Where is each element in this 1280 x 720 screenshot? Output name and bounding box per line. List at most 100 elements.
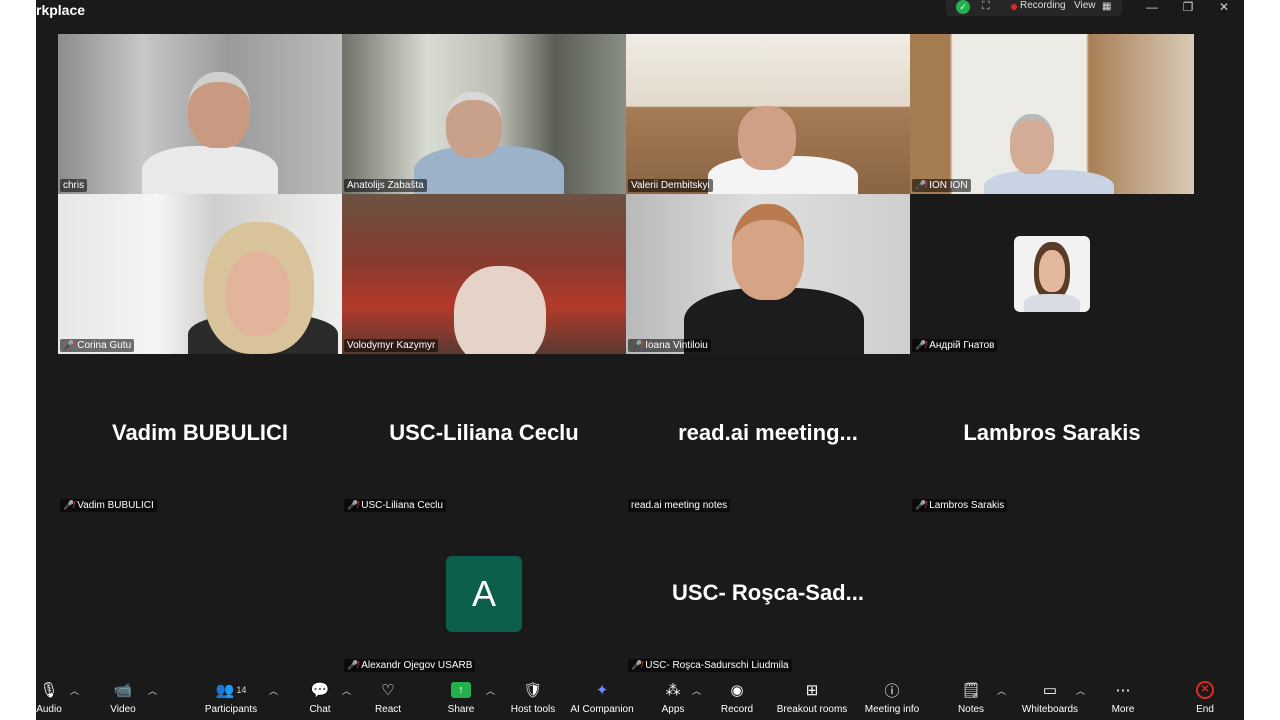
breakout-rooms-button[interactable]: ⊞ Breakout rooms (776, 676, 848, 720)
participant-name: Андрій Гнатов (929, 340, 995, 351)
mic-muted-icon: 🎤̸ (63, 500, 75, 510)
display-name: Lambros Sarakis (963, 420, 1141, 445)
name-only-tile[interactable]: Lambros Sarakis 🎤̸ Lambros Sarakis (910, 354, 1194, 514)
meeting-info-button[interactable]: ⓘ Meeting info (862, 676, 922, 720)
apps-label: Apps (661, 704, 685, 715)
participant-head (226, 252, 290, 336)
participant-name-tag: 🎤̸ USC- Roşca-Sadurschi Liudmila (628, 659, 792, 672)
participant-body (984, 170, 1114, 194)
chat-caret-icon[interactable]: ︿ (342, 684, 351, 697)
profile-photo (1014, 236, 1090, 312)
heart-icon: ♡ (381, 682, 395, 699)
breakout-grid-icon: ⊞ (805, 682, 819, 699)
participant-name: chris (63, 180, 85, 191)
whiteboards-caret-icon[interactable]: ︿ (1076, 684, 1085, 697)
camera-icon: 📹 (113, 682, 133, 699)
avatar-tile[interactable]: A 🎤̸ Alexandr Ojegov USARB (342, 514, 626, 674)
display-name: USC-Liliana Ceclu (389, 420, 579, 445)
participant-name-tag: 🎤̸ Lambros Sarakis (912, 499, 1008, 512)
name-only-tile[interactable]: USC-Liliana Ceclu 🎤̸ USC-Liliana Ceclu (342, 354, 626, 514)
participant-name: ION ION (929, 180, 968, 191)
minimize-icon[interactable]: — (1142, 0, 1162, 14)
whiteboard-icon: ▭ (1042, 682, 1058, 699)
participant-name-tag: 🎤̸ USC-Liliana Ceclu (344, 499, 446, 512)
apps-button[interactable]: ⁂ Apps (658, 676, 688, 720)
breakout-rooms-label: Breakout rooms (776, 704, 848, 715)
participant-name: Ioana Vintiloiu (645, 340, 708, 351)
display-name: USC- Roşca-Sad... (672, 580, 864, 605)
participant-name-tag: chris (60, 179, 88, 192)
apps-caret-icon[interactable]: ︿ (692, 684, 701, 697)
end-button[interactable]: ✕ End (1190, 676, 1220, 720)
participants-icon: 👥 (215, 682, 235, 699)
close-icon[interactable]: ✕ (1214, 0, 1234, 14)
notes-caret-icon[interactable]: ︿ (997, 684, 1006, 697)
host-tools-label: Host tools (510, 704, 556, 715)
share-button[interactable]: ↑ Share (446, 676, 476, 720)
ai-companion-button[interactable]: ✦ AI Companion (568, 676, 636, 720)
whiteboards-button[interactable]: ▭ Whiteboards (1020, 676, 1080, 720)
video-tile[interactable]: chris (58, 34, 342, 194)
mic-muted-icon: 🎤̸ (63, 340, 75, 350)
participant-name: USC- Roşca-Sadurschi Liudmila (645, 660, 789, 671)
participant-head (1010, 114, 1054, 174)
audio-button[interactable]: 🎙 Audio (36, 676, 62, 720)
chat-button[interactable]: 💬 Chat (306, 676, 334, 720)
security-shield-icon[interactable]: ✓ (956, 0, 970, 14)
video-tile[interactable]: 🎤̸ Ioana Vintiloiu (626, 194, 910, 354)
record-label: Record (720, 704, 754, 715)
name-only-tile[interactable]: USC- Roşca-Sad... 🎤̸ USC- Roşca-Sadurschi… (626, 514, 910, 674)
notes-label: Notes (957, 704, 985, 715)
video-tile[interactable]: Anatolijs Zabašta (342, 34, 626, 194)
video-tile[interactable]: 🎤̸ ION ION (910, 34, 1194, 194)
video-caret-icon[interactable]: ︿ (148, 684, 157, 697)
participant-name-tag: 🎤̸ Андрій Гнатов (912, 339, 998, 352)
participant-head (454, 266, 546, 354)
grid-icon[interactable]: ▦ (1102, 1, 1111, 12)
participant-name-tag: Volodymyr Kazymyr (344, 339, 439, 352)
more-button[interactable]: ⋯ More (1108, 676, 1138, 720)
participant-name: Anatolijs Zabašta (347, 180, 424, 191)
name-only-tile[interactable]: read.ai meeting... read.ai meeting notes (626, 354, 910, 514)
participant-name: read.ai meeting notes (631, 500, 728, 511)
participant-name-tag: 🎤̸ Ioana Vintiloiu (628, 339, 711, 352)
participant-head (732, 204, 804, 300)
video-label: Video (110, 704, 136, 715)
notes-button[interactable]: 🗒 Notes (956, 676, 986, 720)
participant-name-tag: Anatolijs Zabašta (344, 179, 427, 192)
audio-caret-icon[interactable]: ︿ (70, 684, 79, 697)
participant-name: Lambros Sarakis (929, 500, 1005, 511)
share-caret-icon[interactable]: ︿ (486, 684, 495, 697)
view-button[interactable]: View (1074, 0, 1096, 11)
name-only-tile[interactable]: Vadim BUBULICI 🎤̸ Vadim BUBULICI (58, 354, 342, 514)
participant-head (738, 106, 796, 170)
video-tile-active-speaker[interactable]: Volodymyr Kazymyr (342, 194, 626, 354)
info-icon: ⓘ (884, 682, 900, 700)
host-shield-icon: 🛡 (523, 682, 543, 699)
initial-avatar: A (446, 556, 522, 632)
react-button[interactable]: ♡ React (372, 676, 404, 720)
participant-name-tag: 🎤̸ ION ION (912, 179, 971, 192)
meeting-toolbar: 🎙 Audio ︿ 📹 Video ︿ 👥 14 Participants ︿ 💬… (36, 676, 1244, 720)
focus-mode-icon[interactable]: ⛶ (982, 0, 990, 13)
avatar-tile[interactable]: 🎤̸ Андрій Гнатов (910, 194, 1194, 354)
participants-count: 14 (236, 685, 247, 695)
participant-head (188, 72, 250, 148)
microphone-icon: 🎙 (39, 682, 59, 699)
restore-icon[interactable]: ❐ (1178, 0, 1198, 14)
participant-body (142, 146, 278, 194)
title-bar: rkplace ✓ ⛶ Recording View ▦ — ❐ ✕ (36, 0, 1244, 24)
mic-muted-icon: 🎤̸ (915, 340, 927, 350)
mic-muted-icon: 🎤̸ (915, 180, 927, 190)
host-tools-button[interactable]: 🛡 Host tools (508, 676, 558, 720)
mic-muted-icon: 🎤̸ (631, 660, 643, 670)
participants-button[interactable]: 👥 14 Participants (200, 676, 262, 720)
video-button[interactable]: 📹 Video (106, 676, 140, 720)
ai-companion-label: AI Companion (570, 704, 634, 715)
video-tile[interactable]: 🎤̸ Corina Gutu (58, 194, 342, 354)
video-tile[interactable]: Valerii Dembitskyi (626, 34, 910, 194)
recording-label[interactable]: Recording (1020, 0, 1066, 11)
participant-head (1039, 250, 1065, 292)
record-button[interactable]: ◉ Record (720, 676, 754, 720)
participants-caret-icon[interactable]: ︿ (269, 684, 278, 697)
